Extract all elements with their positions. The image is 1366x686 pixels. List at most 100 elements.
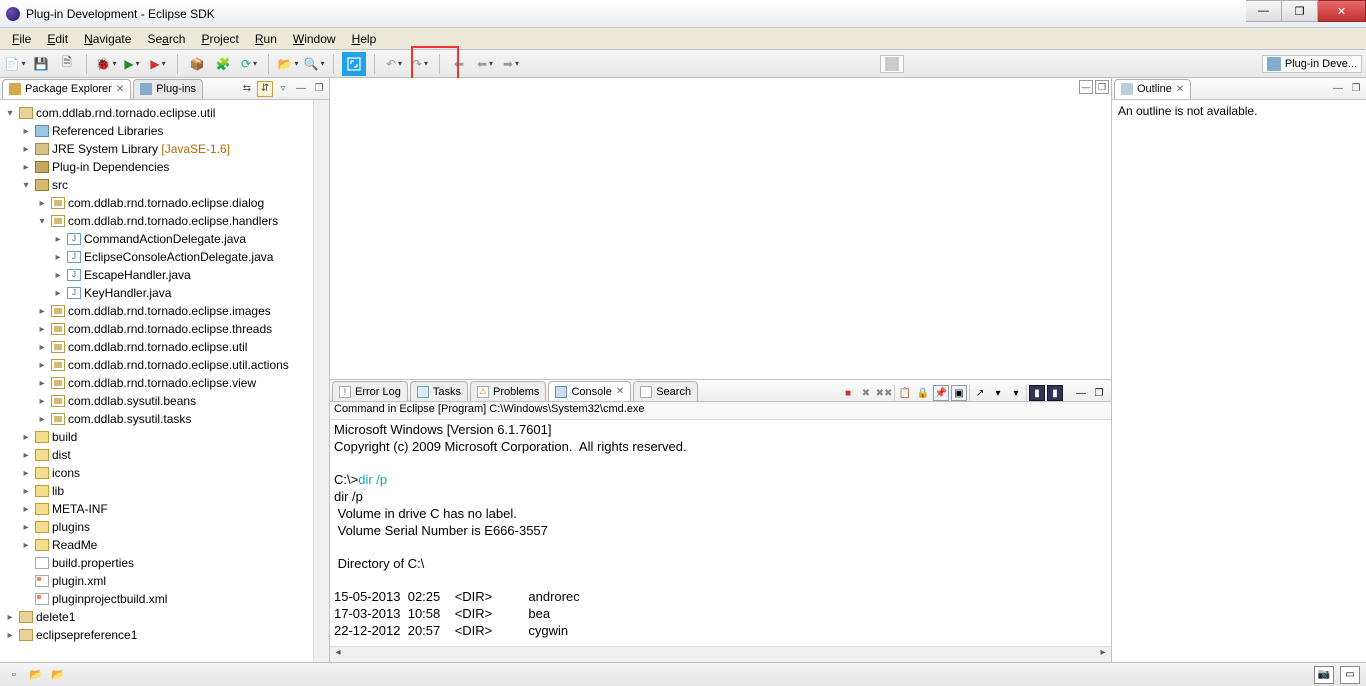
tree-pkg[interactable]: com.ddlab.rnd.tornado.eclipse.util.actio… (68, 358, 289, 372)
tree-folder[interactable]: dist (52, 448, 71, 462)
open-type-button[interactable]: 📂 (277, 53, 299, 75)
maximize-button[interactable]: ❐ (1282, 0, 1318, 22)
status-icon-3[interactable]: 📂 (50, 667, 66, 683)
display-selected-button[interactable]: ▣ (951, 385, 967, 401)
pin-console-button[interactable]: 📌 (933, 385, 949, 401)
maximize-bottom-button[interactable]: ❐ (1091, 385, 1107, 401)
close-button[interactable]: ✕ (1318, 0, 1366, 22)
perspective-plugin-dev[interactable]: Plug-in Deve... (1262, 55, 1362, 73)
console-type-button[interactable]: ▾ (1008, 385, 1024, 401)
forward-button[interactable]: ➡ (500, 53, 522, 75)
tree-pkg[interactable]: com.ddlab.rnd.tornado.eclipse.threads (68, 322, 272, 336)
tab-console[interactable]: Console✕ (548, 381, 631, 401)
trim-camera-icon[interactable]: 📷 (1314, 666, 1334, 684)
scroll-lock-button[interactable]: 🔒 (915, 385, 931, 401)
tree-scrollbar[interactable] (313, 100, 329, 662)
maximize-view-button[interactable]: ❐ (311, 81, 327, 97)
minimize-view-button[interactable]: — (293, 81, 309, 97)
tree-folder[interactable]: lib (52, 484, 64, 498)
minimize-bottom-button[interactable]: — (1073, 385, 1089, 401)
tree-pkg[interactable]: com.ddlab.sysutil.tasks (68, 412, 191, 426)
menu-search[interactable]: Search (139, 30, 193, 48)
status-icon-1[interactable]: ▫ (6, 667, 22, 683)
cmd-icon-1[interactable]: ▮ (1029, 385, 1045, 401)
next-annotation-button[interactable]: ↷ (409, 53, 431, 75)
close-tab-icon[interactable]: ✕ (116, 84, 124, 95)
tree-folder[interactable]: ReadMe (52, 538, 97, 552)
terminate-button[interactable]: ■ (840, 385, 856, 401)
menu-help[interactable]: Help (344, 30, 385, 48)
close-outline-icon[interactable]: ✕ (1176, 84, 1184, 95)
tree-folder[interactable]: build (52, 430, 77, 444)
console-h-scrollbar[interactable]: ◂▸ (330, 646, 1111, 662)
new-button[interactable]: 📄 (4, 53, 26, 75)
tree-src[interactable]: src (52, 178, 68, 192)
menu-navigate[interactable]: Navigate (76, 30, 139, 48)
tab-problems[interactable]: Problems (470, 381, 546, 401)
tree-pkg[interactable]: com.ddlab.rnd.tornado.eclipse.handlers (68, 214, 278, 228)
tree-project[interactable]: com.ddlab.rnd.tornado.eclipse.util (36, 106, 215, 120)
remove-all-button[interactable]: ✖✖ (876, 385, 892, 401)
tree-pkg[interactable]: com.ddlab.rnd.tornado.eclipse.dialog (68, 196, 264, 210)
status-icon-2[interactable]: 📂 (28, 667, 44, 683)
project-tree[interactable]: ▾com.ddlab.rnd.tornado.eclipse.util ▸Ref… (0, 100, 313, 662)
tree-file[interactable]: pluginprojectbuild.xml (52, 592, 167, 606)
tree-reflib[interactable]: Referenced Libraries (52, 124, 163, 138)
tree-file[interactable]: plugin.xml (52, 574, 106, 588)
search-button[interactable]: 🔍 (303, 53, 325, 75)
tree-pkg[interactable]: com.ddlab.rnd.tornado.eclipse.view (68, 376, 256, 390)
tab-tasks[interactable]: Tasks (410, 381, 468, 401)
cmd-icon-2[interactable]: ▮ (1047, 385, 1063, 401)
open-manifest-button[interactable]: 🧩 (212, 53, 234, 75)
fullscreen-button[interactable] (342, 52, 366, 76)
tree-project[interactable]: eclipsepreference1 (36, 628, 137, 642)
clear-console-button[interactable]: 📋 (897, 385, 913, 401)
tree-pkg[interactable]: com.ddlab.rnd.tornado.eclipse.util (68, 340, 247, 354)
tree-file[interactable]: build.properties (52, 556, 134, 570)
debug-button[interactable]: 🐞 (95, 53, 117, 75)
back-history-button[interactable]: ⬅ (474, 53, 496, 75)
tab-package-explorer[interactable]: Package Explorer ✕ (2, 79, 131, 99)
menu-edit[interactable]: Edit (39, 30, 76, 48)
editor-minimize-button[interactable]: — (1079, 80, 1093, 94)
tree-pkg[interactable]: com.ddlab.rnd.tornado.eclipse.images (68, 304, 271, 318)
tab-outline[interactable]: Outline ✕ (1114, 79, 1191, 99)
outline-minimize-button[interactable]: — (1330, 81, 1346, 97)
tree-jre[interactable]: JRE System Library [JavaSE-1.6] (52, 142, 230, 156)
tree-folder[interactable]: META-INF (52, 502, 108, 516)
tree-project[interactable]: delete1 (36, 610, 75, 624)
remove-launch-button[interactable]: ✖ (858, 385, 874, 401)
editor-maximize-button[interactable]: ❐ (1095, 80, 1109, 94)
tree-plugdep[interactable]: Plug-in Dependencies (52, 160, 169, 174)
outline-maximize-button[interactable]: ❐ (1348, 81, 1364, 97)
tab-error-log[interactable]: Error Log (332, 381, 408, 401)
trim-layout-icon[interactable]: ▭ (1340, 666, 1360, 684)
save-all-button[interactable]: 🗎 (56, 53, 78, 75)
new-plugin-button[interactable]: 📦 (186, 53, 208, 75)
save-button[interactable]: 💾 (30, 53, 52, 75)
minimize-button[interactable]: — (1246, 0, 1282, 22)
console-output[interactable]: Microsoft Windows [Version 6.1.7601] Cop… (330, 420, 1111, 646)
tree-java[interactable]: KeyHandler.java (84, 286, 171, 300)
new-console-button[interactable]: ▾ (990, 385, 1006, 401)
tab-plugins[interactable]: Plug-ins (133, 79, 203, 99)
view-menu-button[interactable]: ▿ (275, 81, 291, 97)
tree-java[interactable]: EscapeHandler.java (84, 268, 191, 282)
tree-java[interactable]: CommandActionDelegate.java (84, 232, 246, 246)
tree-java[interactable]: EclipseConsoleActionDelegate.java (84, 250, 273, 264)
close-console-icon[interactable]: ✕ (616, 386, 624, 397)
tree-folder[interactable]: plugins (52, 520, 90, 534)
last-edit-button[interactable]: ↶ (383, 53, 405, 75)
perspective-switcher[interactable] (880, 55, 904, 73)
collapse-all-button[interactable]: ⇆ (239, 81, 255, 97)
back-button[interactable]: ⬅ (448, 53, 470, 75)
target-platform-button[interactable]: ⟳ (238, 53, 260, 75)
link-editor-button[interactable]: ⇵ (257, 81, 273, 97)
menu-window[interactable]: Window (285, 30, 344, 48)
tab-search[interactable]: Search (633, 381, 698, 401)
tree-folder[interactable]: icons (52, 466, 80, 480)
menu-run[interactable]: Run (247, 30, 285, 48)
menu-file[interactable]: File (4, 30, 39, 48)
external-tools-button[interactable]: ▶ (147, 53, 169, 75)
tree-pkg[interactable]: com.ddlab.sysutil.beans (68, 394, 196, 408)
